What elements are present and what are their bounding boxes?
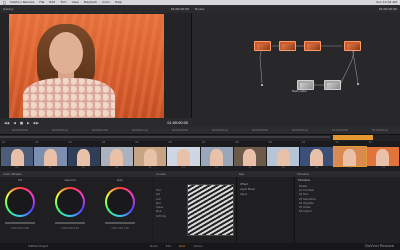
fast-forward-icon[interactable]: ▶▶ xyxy=(34,121,39,125)
clip-thumbnail[interactable] xyxy=(233,147,266,166)
tab-deliver[interactable]: Deliver xyxy=(194,245,203,248)
node-01[interactable] xyxy=(254,41,271,51)
project-name: Untitled Project xyxy=(28,244,48,248)
timeline-title[interactable]: Timeline xyxy=(297,172,309,176)
gamma-slider[interactable] xyxy=(55,222,85,224)
ruler-tick: 01:00:01:12 xyxy=(132,129,148,132)
wheel-label-gamma: Gamma xyxy=(64,178,76,182)
clip-thumbnail[interactable] xyxy=(366,147,399,166)
ruler-tick: 01:00:03:00 xyxy=(252,129,268,132)
curve-graph[interactable] xyxy=(187,184,234,236)
key-rows: Offset Layer Mixer Input xyxy=(240,182,255,197)
gain-slider[interactable] xyxy=(105,222,135,224)
wheels-title[interactable]: Color Wheels xyxy=(3,172,21,176)
viewer-header: Gallery 01:00:00:00 xyxy=(0,5,192,13)
nodes-list-title: Timeline xyxy=(298,178,310,182)
play-icon[interactable]: ▶ xyxy=(27,121,30,125)
brand-logo: DaVinci Resolve xyxy=(365,244,394,248)
tab-edit[interactable]: Edit xyxy=(166,245,171,248)
clip-thumbnail[interactable] xyxy=(1,147,34,166)
ruler-tick: 01:00:00:12 xyxy=(52,129,68,132)
clip-thumbnail[interactable] xyxy=(100,147,133,166)
color-wheels-panel: Lift Gamma Gain 0.00 0.00 0.00 0.00 0.00… xyxy=(0,177,152,243)
key-title[interactable]: Key xyxy=(239,172,244,176)
subject-body xyxy=(23,78,115,118)
curve-parameters: Hue Sat Lum Red Green Blue Soft Clip xyxy=(156,189,166,219)
node-04[interactable] xyxy=(344,41,361,51)
nodes-list-panel: Timeline Master 01 Contrast 02 Skin 03 S… xyxy=(294,177,400,243)
gamma-wheel[interactable] xyxy=(55,187,85,217)
tab-media[interactable]: Media xyxy=(150,245,158,248)
nodes-title: Nodes xyxy=(195,7,205,11)
viewer-header-timecode: 01:00:00:00 xyxy=(170,7,189,11)
clip-thumbnail[interactable] xyxy=(267,147,300,166)
node-editor-header: Nodes 01:00:00:00 xyxy=(192,5,400,13)
curve-row[interactable]: Soft Clip xyxy=(156,215,166,219)
node-03[interactable] xyxy=(304,41,321,51)
gallery-label[interactable]: Gallery xyxy=(3,7,14,11)
clip-thumbnail[interactable] xyxy=(134,147,167,166)
nodes-list: Master 01 Contrast 02 Skin 03 Saturation… xyxy=(299,185,316,214)
step-back-icon[interactable]: ◀ xyxy=(13,121,16,125)
ruler-tick: 01:00:00:00 xyxy=(12,129,28,132)
clip-thumbnail[interactable] xyxy=(67,147,100,166)
gain-values: 1.00 1.00 1.00 xyxy=(111,227,129,230)
ruler-tick: 01:00:03:12 xyxy=(292,129,308,132)
key-panel: Offset Layer Mixer Input xyxy=(236,177,293,243)
ruler-tick: 01:00:04:12 xyxy=(372,129,388,132)
lift-slider[interactable] xyxy=(5,222,35,224)
ruler-tick: 01:00:02:00 xyxy=(172,129,188,132)
nodes-list-item[interactable]: 06 Output xyxy=(299,210,316,214)
clip-thumbnail-selected[interactable] xyxy=(332,146,367,167)
timeline-ruler[interactable]: 01:00:00:00 01:00:00:12 01:00:01:00 01:0… xyxy=(0,127,400,135)
video-frame[interactable] xyxy=(9,14,164,118)
page-tabs: Media Edit Color Deliver xyxy=(150,243,203,250)
node-connections xyxy=(259,45,359,86)
ruler-tick: 01:00:04:00 xyxy=(332,129,348,132)
tab-color[interactable]: Color xyxy=(179,245,186,248)
clip-thumbnail[interactable] xyxy=(200,147,233,166)
ruler-tick: 01:00:02:12 xyxy=(212,129,228,132)
wheel-label-lift: Lift xyxy=(17,178,23,182)
clip-thumbnail[interactable] xyxy=(167,147,200,166)
key-row[interactable]: Input xyxy=(240,192,255,197)
node-editor[interactable]: Node Label xyxy=(192,5,400,127)
gamma-values: 0.00 0.00 0.00 xyxy=(61,227,79,230)
footer-bar: Untitled Project Media Edit Color Delive… xyxy=(0,243,400,250)
node-label: Node Label xyxy=(292,90,307,93)
viewer-timecode: 01:00:00:00 xyxy=(167,120,188,125)
timeline-bar xyxy=(0,136,330,138)
curves-title[interactable]: Curves xyxy=(156,172,166,176)
subject-face xyxy=(49,32,83,74)
rewind-icon[interactable]: ◀◀ xyxy=(4,121,9,125)
timeline-playhead-region[interactable] xyxy=(333,135,373,140)
lift-wheel[interactable] xyxy=(5,187,35,217)
clip-thumbnail[interactable] xyxy=(300,147,333,166)
node-05[interactable] xyxy=(297,80,314,90)
node-06[interactable] xyxy=(324,80,341,90)
ruler-tick: 01:00:01:00 xyxy=(92,129,108,132)
wheel-label-gain: Gain xyxy=(116,178,124,182)
clip-thumbnail[interactable] xyxy=(34,147,67,166)
transport-controls: ◀◀ ◀ ■ ▶ ▶▶ 01:00:00:00 xyxy=(0,118,192,127)
node-header-timecode: 01:00:00:00 xyxy=(378,7,397,11)
gain-wheel[interactable] xyxy=(105,187,135,217)
node-02[interactable] xyxy=(279,41,296,51)
stop-icon[interactable]: ■ xyxy=(20,121,23,125)
lift-values: 0.00 0.00 0.00 xyxy=(11,227,29,230)
